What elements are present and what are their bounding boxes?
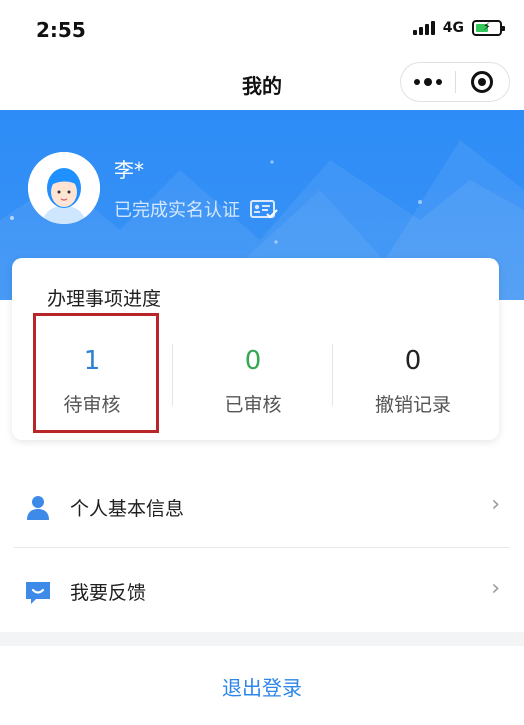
stat-reviewed[interactable]: 0 已审核 xyxy=(173,344,333,417)
verification-text: 已完成实名认证 xyxy=(114,200,240,221)
cellular-signal-icon xyxy=(412,21,435,35)
mini-program-capsule xyxy=(400,62,510,102)
person-icon xyxy=(27,496,49,520)
status-bar: 2:55 4G ⚡ xyxy=(0,0,524,58)
chevron-right-icon: › xyxy=(491,492,500,517)
menu-item-feedback[interactable]: 我要反馈 › xyxy=(0,550,524,630)
status-indicators: 4G ⚡ xyxy=(412,20,505,36)
menu-item-personal-info[interactable]: 个人基本信息 › xyxy=(0,466,524,546)
stat-revoked-records[interactable]: 0 撤销记录 xyxy=(333,344,493,417)
highlight-box-annotation xyxy=(33,313,159,433)
menu-item-label: 我要反馈 xyxy=(70,582,147,604)
charging-bolt-icon: ⚡ xyxy=(483,20,491,33)
mini-program-close-icon[interactable] xyxy=(456,63,509,101)
stat-reviewed-value: 0 xyxy=(244,346,262,376)
chevron-right-icon: › xyxy=(491,576,500,601)
avatar[interactable] xyxy=(28,152,100,224)
stat-revoked-label: 撤销记录 xyxy=(374,394,451,416)
stat-revoked-value: 0 xyxy=(404,346,422,376)
avatar-illustration-icon xyxy=(28,152,100,224)
menu-item-label: 个人基本信息 xyxy=(70,498,185,520)
battery-cap xyxy=(502,26,505,31)
user-name: 李* xyxy=(114,158,144,182)
section-gap xyxy=(0,632,524,646)
feedback-icon xyxy=(26,582,50,604)
status-time: 2:55 xyxy=(36,18,86,42)
progress-card-title: 办理事项进度 xyxy=(47,288,162,310)
stat-reviewed-label: 已审核 xyxy=(224,394,282,416)
network-type: 4G xyxy=(442,20,464,36)
nav-bar: 我的 xyxy=(0,58,524,110)
logout-section: 退出登录 xyxy=(0,646,524,725)
profile-page: 2:55 4G ⚡ 我的 李* 已完成实名认证 办理事项进度 1 待审核 0 已… xyxy=(0,0,524,725)
id-card-check-icon xyxy=(250,200,278,219)
verification-status: 已完成实名认证 xyxy=(114,196,278,222)
more-dots-icon[interactable] xyxy=(401,63,455,101)
row-divider xyxy=(14,547,510,548)
logout-button[interactable]: 退出登录 xyxy=(0,672,524,701)
battery-icon: ⚡ xyxy=(472,20,505,36)
